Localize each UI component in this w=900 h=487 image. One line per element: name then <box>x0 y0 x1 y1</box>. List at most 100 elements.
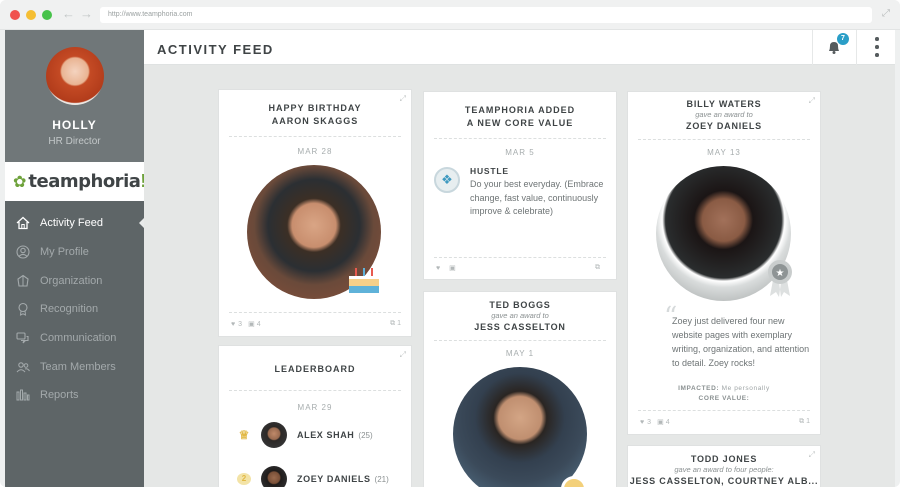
award-giver: BILLY WATERS <box>686 99 762 109</box>
divider <box>229 312 401 313</box>
share-button[interactable]: ⧉ 1 <box>799 418 810 426</box>
app-window: ← → http://www.teamphoria.com ⤢ HOLLY HR… <box>0 0 900 487</box>
sidebar-nav: Activity Feed My Profile Organization Re… <box>5 209 144 410</box>
comment-icon[interactable]: ▣ <box>248 320 255 328</box>
award-message: Zoey just delivered four new website pag… <box>672 316 810 368</box>
sidebar: HOLLY HR Director ✿ teamphoria ! Activit… <box>5 30 146 487</box>
comment-count: 4 <box>256 320 261 328</box>
kebab-dot-icon <box>875 37 879 41</box>
sidebar-item-my-profile[interactable]: My Profile <box>5 238 144 267</box>
core-value-name: HUSTLE <box>470 166 509 176</box>
expand-card-icon[interactable]: ⤢ <box>400 350 406 360</box>
award-subtitle: gave an award to four people: <box>674 465 774 474</box>
sidebar-item-organization[interactable]: Organization <box>5 266 144 295</box>
comment-icon[interactable]: ▣ <box>449 264 456 272</box>
forward-arrow-icon[interactable]: → <box>80 6 93 21</box>
sidebar-item-label: Recognition <box>40 303 99 316</box>
divider <box>638 139 810 140</box>
sidebar-item-activity-feed[interactable]: Activity Feed <box>5 209 144 238</box>
award-subtitle: gave an award to <box>491 311 549 320</box>
card-date: MAR 5 <box>505 148 535 157</box>
core-value-description: Do your best everyday. (Embrace change, … <box>470 179 604 216</box>
award-icon <box>15 302 31 317</box>
leaderboard-card[interactable]: ⤢ LEADERBOARD MAR 29 ♕ ALEX SHAH (25) 2 … <box>218 345 412 487</box>
core-value-icon: ❖ <box>434 167 460 193</box>
activity-feed: ⤢ HAPPY BIRTHDAY AARON SKAGGS MAR 28 ♥ 3… <box>144 65 895 487</box>
award-subtitle: gave an award to <box>695 110 753 119</box>
teamphoria-logo[interactable]: ✿ teamphoria ! <box>5 162 146 201</box>
logo-text: teamphoria <box>28 171 141 192</box>
share-count: 1 <box>806 418 810 425</box>
share-button[interactable]: ⧉ 1 <box>390 320 401 328</box>
maximize-window-button[interactable] <box>42 10 52 20</box>
comment-count: 4 <box>665 418 670 426</box>
divider <box>229 136 401 137</box>
share-icon: ⧉ <box>390 320 396 327</box>
award-card[interactable]: TED BOGGS gave an award to JESS CASSELTO… <box>423 291 617 487</box>
award-recipient: ZOEY DANIELS <box>686 121 762 131</box>
sidebar-item-label: Communication <box>40 332 117 345</box>
card-footer: ♥ ▣ <box>436 264 456 273</box>
top-bar: ACTIVITY FEED 7 <box>144 30 895 65</box>
trophy-icon: ♕ <box>238 428 250 442</box>
avatar[interactable] <box>46 47 104 105</box>
like-icon[interactable]: ♥ <box>436 265 440 272</box>
core-value-line: CORE VALUE: <box>628 394 820 404</box>
divider <box>434 257 606 258</box>
notification-count-badge: 7 <box>837 33 849 45</box>
bar-chart-icon <box>15 388 31 402</box>
leader-name: ZOEY DANIELS <box>297 474 371 484</box>
leaderboard-row[interactable]: ♕ ALEX SHAH (25) <box>237 422 373 448</box>
home-icon <box>15 216 31 230</box>
card-date: MAR 29 <box>297 403 333 412</box>
award-recipient: JESS CASSELTON, COURTNEY ALB... <box>629 476 819 486</box>
minimize-window-button[interactable] <box>26 10 36 20</box>
sidebar-item-recognition[interactable]: Recognition <box>5 295 144 324</box>
back-arrow-icon[interactable]: ← <box>62 6 75 21</box>
avatar <box>261 466 287 487</box>
like-icon[interactable]: ♥ <box>231 321 235 328</box>
card-date: MAY 13 <box>707 148 741 157</box>
leader-name: ALEX SHAH <box>297 430 355 440</box>
user-circle-icon <box>15 245 31 259</box>
leaderboard-row[interactable]: 2 ZOEY DANIELS (21) <box>237 466 389 487</box>
like-icon[interactable]: ♥ <box>640 419 644 426</box>
address-bar[interactable]: http://www.teamphoria.com <box>100 7 872 23</box>
comment-icon[interactable]: ▣ <box>657 418 664 426</box>
core-value-card[interactable]: TEAMPHORIA ADDED A NEW CORE VALUE MAR 5 … <box>423 91 617 280</box>
award-giver: TED BOGGS <box>489 300 551 310</box>
more-options-button[interactable] <box>856 30 895 65</box>
impacted-line: IMPACTED: Me personally <box>628 384 820 394</box>
sidebar-item-label: Team Members <box>40 360 116 373</box>
page-title: ACTIVITY FEED <box>157 42 274 57</box>
sidebar-item-team-members[interactable]: Team Members <box>5 352 144 381</box>
sidebar-item-label: Reports <box>40 389 79 402</box>
award-card[interactable]: ⤢ BILLY WATERS gave an award to ZOEY DAN… <box>627 91 821 435</box>
card-date: MAR 28 <box>297 147 333 156</box>
card-subtitle: A NEW CORE VALUE <box>466 118 574 128</box>
sidebar-item-label: Activity Feed <box>40 217 103 230</box>
card-title: HAPPY BIRTHDAY <box>268 103 362 113</box>
impacted-label: IMPACTED: <box>678 385 720 392</box>
award-card[interactable]: ⤢ TODD JONES gave an award to four peopl… <box>627 445 821 487</box>
fullscreen-icon[interactable]: ⤢ <box>882 8 890 19</box>
kebab-dot-icon <box>875 45 879 49</box>
user-name: HOLLY <box>52 118 97 132</box>
award-ribbon-icon: ★ <box>768 260 792 297</box>
share-icon[interactable]: ⧉ <box>595 264 600 272</box>
birthday-card[interactable]: ⤢ HAPPY BIRTHDAY AARON SKAGGS MAR 28 ♥ 3… <box>218 89 412 337</box>
sidebar-item-label: My Profile <box>40 246 89 259</box>
close-window-button[interactable] <box>10 10 20 20</box>
user-role: HR Director <box>48 136 101 147</box>
leader-count: (21) <box>374 474 389 484</box>
like-count: 3 <box>238 320 243 328</box>
rank-badge: 2 <box>237 473 251 485</box>
card-footer: ♥ 3 ▣ 4 <box>640 418 670 427</box>
sidebar-item-communication[interactable]: Communication <box>5 324 144 353</box>
notifications-button[interactable]: 7 <box>812 30 856 65</box>
sidebar-item-reports[interactable]: Reports <box>5 381 144 410</box>
card-date: MAY 1 <box>505 349 535 358</box>
divider <box>638 410 810 411</box>
birthday-cake-icon <box>349 268 379 293</box>
award-recipient: JESS CASSELTON <box>474 322 566 332</box>
